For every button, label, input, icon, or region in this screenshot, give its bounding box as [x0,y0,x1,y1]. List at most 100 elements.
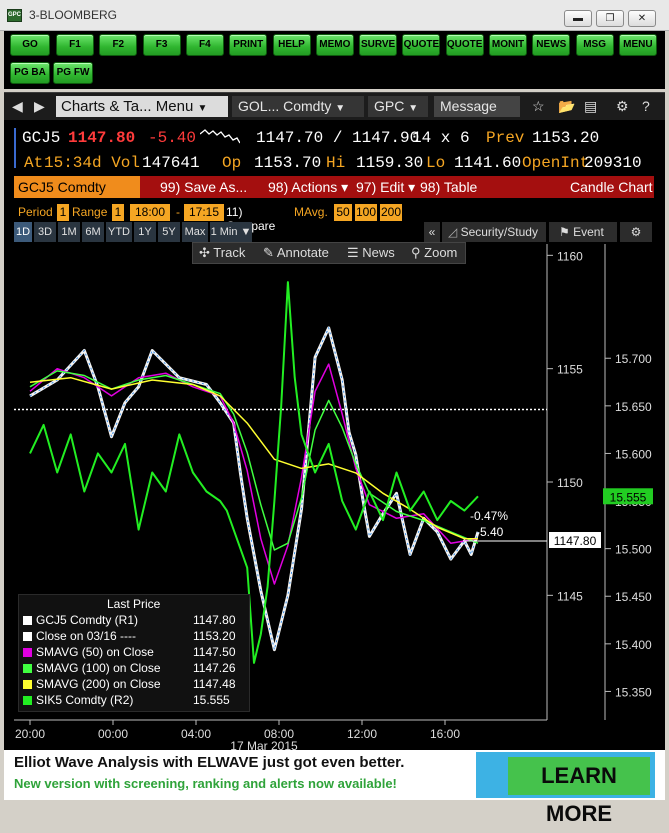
fkey-button-print[interactable]: PRINT [229,34,268,56]
left-axis-tick-label: 1145 [557,589,583,603]
fkey-button-menu[interactable]: MENU [618,34,657,56]
collapse-icon[interactable]: « [424,222,440,242]
quote-size: 14 x 6 [412,129,470,147]
app-icon: GPC [7,9,22,22]
fkey-button-quote[interactable]: QUOTE [445,34,484,56]
document-icon[interactable]: ▤ [584,98,597,115]
range-dash: - [176,205,180,219]
range-tab-1y[interactable]: 1Y [134,222,156,242]
legend-swatch [23,664,32,673]
fkey-button-f2[interactable]: F2 [99,34,138,56]
legend-row: GCJ5 Comdty (R1) 1147.80 [23,613,236,627]
mavg-100-input[interactable]: 100 [355,204,377,221]
news-tool[interactable]: ☰ News [347,243,395,263]
fkey-button-quote[interactable]: QUOTE [402,34,441,56]
end-time-input[interactable]: 17:15 [184,204,224,221]
security-field[interactable]: GOL... Comdty ▼ [232,96,364,117]
close-button[interactable]: ✕ [628,10,656,27]
fkey-button-news[interactable]: NEWS [532,34,571,56]
fkey-button-memo[interactable]: MEMO [315,34,354,56]
legend-value: 1147.48 [193,677,236,691]
mavg-label: MAvg. [294,205,328,219]
event-button[interactable]: ⚑ Event [549,222,617,242]
chart-security-field[interactable]: GCJ5 Comdty [14,176,140,198]
annotate-tool[interactable]: ✎ Annotate [263,243,329,263]
star-icon[interactable]: ☆ [532,98,545,115]
fkey-button-help[interactable]: HELP [272,34,311,56]
legend-swatch [23,680,32,689]
range-tab-5y[interactable]: 5Y [158,222,180,242]
range-tab-1d[interactable]: 1D [14,222,32,242]
learn-more-button[interactable]: LEARN MORE [508,757,650,826]
range-tab-3d[interactable]: 3D [34,222,56,242]
range-tab-ytd[interactable]: YTD [106,222,132,242]
x-axis-tick-label: 20:00 [15,727,45,741]
message-button[interactable]: Message [434,96,520,117]
range-tab-max[interactable]: Max [182,222,208,242]
edit-menu[interactable]: 97) Edit ▾ [356,176,415,198]
fkey-button-f4[interactable]: F4 [185,34,224,56]
legend-row: SMAVG (100) on Close 1147.26 [23,661,236,675]
table-button[interactable]: 98) Table [420,176,477,198]
right-axis-tick-label: 15.500 [615,543,652,557]
legend-row: SMAVG (50) on Close 1147.50 [23,645,236,659]
fkey-button-pg-ba[interactable]: PG BA [10,62,50,84]
right-axis-tick-label: 15.400 [615,638,652,652]
window-title: 3-BLOOMBERG [29,8,118,22]
quote-open: 1153.70 [254,154,322,172]
legend-row: Close on 03/16 ---- 1153.20 [23,629,236,643]
help-icon[interactable]: ? [642,98,650,114]
fkey-button-pg-fw[interactable]: PG FW [53,62,93,84]
range-tab-1min[interactable]: 1 Min ▼ [210,222,252,242]
chart-settings-gear-icon[interactable]: ⚙ [620,222,652,242]
quote-lo-label: Lo [426,154,446,172]
period-input[interactable]: 1 [57,204,69,221]
save-as-button[interactable]: 99) Save As... [160,176,247,198]
menu-field[interactable]: Charts & Ta... Menu ▼ [56,96,228,117]
right-axis-tick-label: 15.350 [615,685,652,699]
change-pct-label: -0.47% [470,509,508,523]
quote-hi-label: Hi [326,154,346,172]
right-axis-tick-label: 15.450 [615,590,652,604]
range-input[interactable]: 1 [112,204,124,221]
fkey-button-go[interactable]: GO [10,34,50,56]
fkey-button-surve[interactable]: SURVE [359,34,398,56]
mavg-50-input[interactable]: 50 [334,204,352,221]
zoom-tool[interactable]: ⚲ Zoom [411,243,457,263]
fkey-button-f1[interactable]: F1 [56,34,94,56]
forward-arrow-icon[interactable]: ▶ [34,98,45,115]
range-tab-6m[interactable]: 6M [82,222,104,242]
legend-label: SMAVG (200) on Close [36,677,161,691]
legend-swatch [23,632,32,641]
study-chart-icon: ◿ [448,225,458,239]
back-arrow-icon[interactable]: ◀ [12,98,23,115]
left-axis-tick-label: 1160 [557,249,583,263]
quote-change: -5.40 [148,129,197,147]
mavg-200-input[interactable]: 200 [380,204,402,221]
function-field[interactable]: GPC ▼ [368,96,428,117]
fkey-button-monit[interactable]: MONIT [489,34,527,56]
legend-label: SIK5 Comdty (R2) [36,693,134,707]
folder-icon[interactable]: 📂 [558,98,575,115]
title-bar: GPC 3-BLOOMBERG ▬ ❐ ✕ [0,0,669,31]
gear-icon[interactable]: ⚙ [616,98,629,115]
fkey-button-msg[interactable]: MSG [575,34,614,56]
start-time-input[interactable]: 18:00 [130,204,170,221]
restore-button[interactable]: ❐ [596,10,624,27]
security-study-button[interactable]: ◿ Security/Study [442,222,546,242]
chart-legend: Last Price GCJ5 Comdty (R1) 1147.80 Close … [18,594,250,712]
quote-prev-label: Prev [486,129,525,147]
quote-bid-ask: 1147.70 / 1147.90 [256,129,420,147]
legend-title: Last Price [107,597,161,611]
range-tab-1m[interactable]: 1M [58,222,80,242]
chart-tools-bar: ✣ Track ✎ Annotate ☰ News ⚲ Zoom [192,242,466,264]
actions-menu[interactable]: 98) Actions ▾ [268,176,348,198]
fkey-button-f3[interactable]: F3 [142,34,181,56]
x-axis-tick-label: 12:00 [347,727,377,741]
minimize-button[interactable]: ▬ [564,10,592,27]
flag-icon: ⚑ [559,225,570,239]
quote-oi-label: OpenInt [522,154,590,172]
x-axis-tick-label: 16:00 [430,727,460,741]
quote-time: 15:34 [44,154,93,172]
track-tool[interactable]: ✣ Track [199,243,245,263]
